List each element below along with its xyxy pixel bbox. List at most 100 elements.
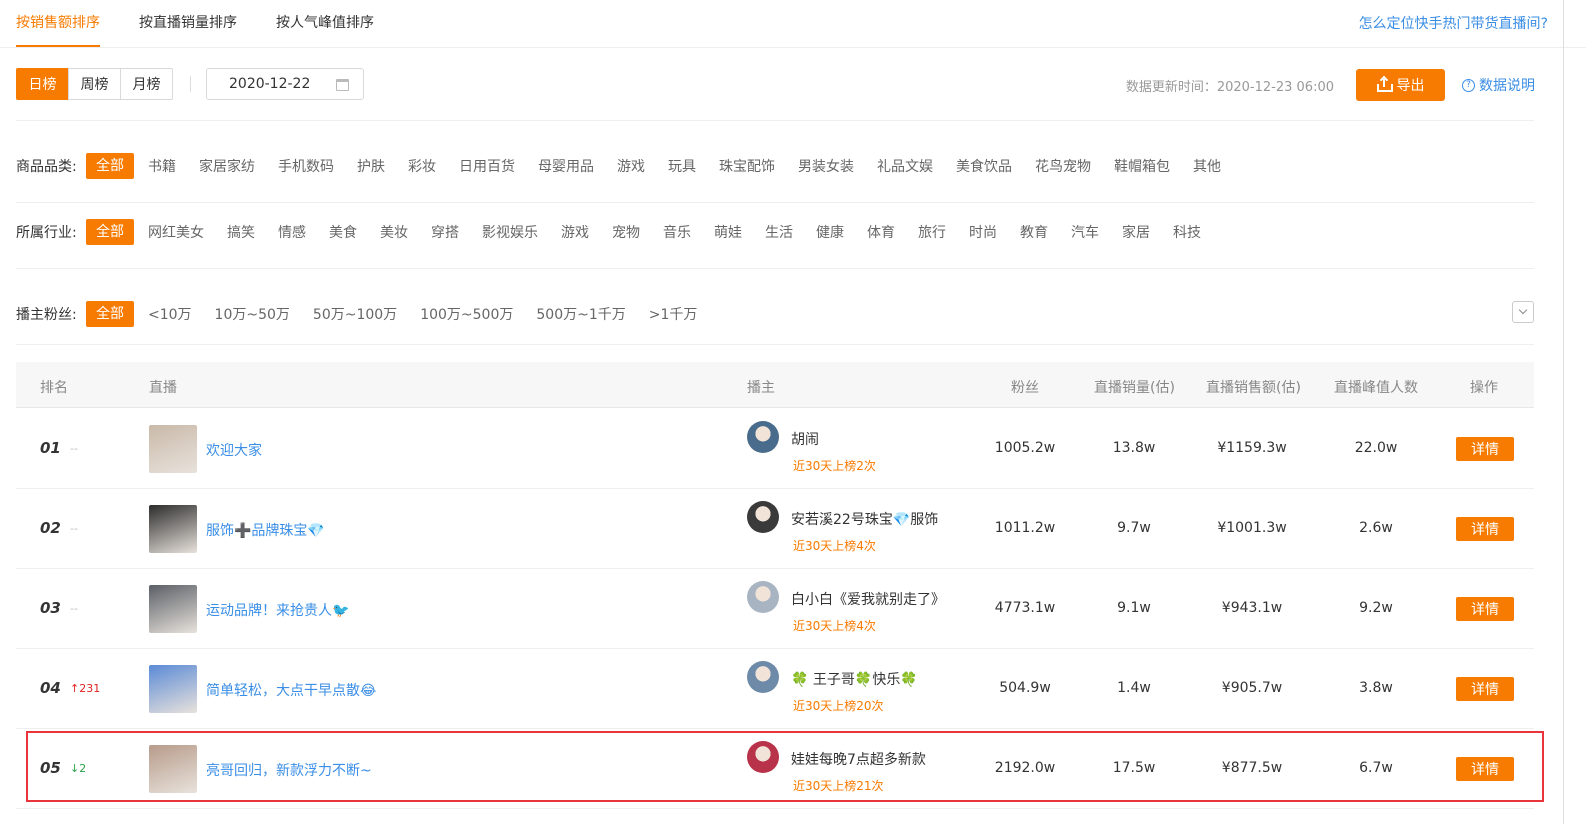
fans-filter: 播主粉丝: 全部 <10万 10万~50万 50万~100万 100万~500万 500万…: [16, 301, 720, 327]
live-thumbnail[interactable]: [149, 425, 197, 473]
fans-option[interactable]: 10万~50万: [215, 304, 290, 324]
category-option[interactable]: 男装女装: [798, 156, 854, 176]
category-option[interactable]: 玩具: [668, 156, 696, 176]
category-option[interactable]: 书籍: [148, 156, 176, 176]
industry-option[interactable]: 体育: [867, 222, 895, 242]
industry-option[interactable]: 游戏: [561, 222, 589, 242]
category-option[interactable]: 其他: [1193, 156, 1221, 176]
fans-option[interactable]: 全部: [86, 301, 134, 327]
data-description-link[interactable]: ? 数据说明: [1462, 75, 1535, 95]
fans-option[interactable]: 500万~1千万: [536, 304, 625, 324]
detail-button[interactable]: 详情: [1456, 437, 1514, 461]
category-option[interactable]: 礼品文娱: [877, 156, 933, 176]
industry-option[interactable]: 生活: [765, 222, 793, 242]
tab-sort-by-peak-viewers[interactable]: 按人气峰值排序: [276, 12, 374, 32]
industry-option[interactable]: 美食: [329, 222, 357, 242]
industry-option[interactable]: 美妆: [380, 222, 408, 242]
category-option[interactable]: 珠宝配饰: [719, 156, 775, 176]
category-option[interactable]: 全部: [86, 153, 134, 179]
category-option[interactable]: 日用百货: [459, 156, 515, 176]
live-thumbnail[interactable]: [149, 585, 197, 633]
industry-option[interactable]: 穿搭: [431, 222, 459, 242]
peak-viewers: 22.0w: [1354, 440, 1398, 456]
fans-option[interactable]: <10万: [148, 304, 192, 324]
industry-option[interactable]: 萌娃: [714, 222, 742, 242]
category-option[interactable]: 手机数码: [278, 156, 334, 176]
header-peak-viewers[interactable]: 直播峰值人数: [1334, 377, 1418, 397]
header-sales-amount[interactable]: 直播销售额(估): [1206, 377, 1301, 397]
category-option[interactable]: 护肤: [357, 156, 385, 176]
category-option[interactable]: 花鸟宠物: [1035, 156, 1091, 176]
page-edge-divider: [1563, 0, 1564, 824]
industry-option[interactable]: 网红美女: [148, 222, 204, 242]
fans-option[interactable]: 50万~100万: [313, 304, 397, 324]
industry-option[interactable]: 教育: [1020, 222, 1048, 242]
detail-button[interactable]: 详情: [1456, 677, 1514, 701]
category-option[interactable]: 美食饮品: [956, 156, 1012, 176]
header-sales-volume[interactable]: 直播销量(估): [1094, 377, 1175, 397]
avatar[interactable]: [747, 661, 779, 693]
industry-option[interactable]: 全部: [86, 219, 134, 245]
category-option[interactable]: 鞋帽箱包: [1114, 156, 1170, 176]
category-option[interactable]: 家居家纺: [199, 156, 255, 176]
divider: [16, 344, 1534, 345]
peak-viewers: 3.8w: [1359, 680, 1393, 696]
industry-option[interactable]: 搞笑: [227, 222, 255, 242]
help-link[interactable]: 怎么定位快手热门带货直播间?: [1359, 13, 1548, 33]
avatar[interactable]: [747, 421, 779, 453]
anchor-name[interactable]: 安若溪22号珠宝💎服饰: [791, 509, 938, 529]
fans-option[interactable]: >1千万: [649, 304, 698, 324]
industry-option[interactable]: 健康: [816, 222, 844, 242]
industry-option[interactable]: 音乐: [663, 222, 691, 242]
live-title-link[interactable]: 服饰➕品牌珠宝💎: [206, 520, 325, 540]
live-thumbnail[interactable]: [149, 505, 197, 553]
anchor-name[interactable]: 白小白《爱我就别走了》: [791, 589, 945, 609]
sales-amount: ¥943.1w: [1221, 600, 1283, 616]
category-option[interactable]: 母婴用品: [538, 156, 594, 176]
anchor-name[interactable]: 胡闹: [791, 429, 819, 449]
tab-sort-by-sales-amount[interactable]: 按销售额排序: [16, 12, 100, 32]
detail-button[interactable]: 详情: [1456, 517, 1514, 541]
live-title-link[interactable]: 欢迎大家: [206, 440, 262, 460]
header-live: 直播: [149, 380, 177, 396]
industry-filter: 所属行业: 全部 网红美女 搞笑 情感 美食 美妆 穿搭 影视娱乐 游戏 宠物 音乐 萌娃 生活 健康 体育…: [16, 219, 1224, 245]
live-thumbnail[interactable]: [149, 665, 197, 713]
export-button[interactable]: 导出: [1356, 69, 1445, 101]
category-option[interactable]: 游戏: [617, 156, 645, 176]
period-daily-button[interactable]: 日榜: [16, 68, 69, 100]
table-row: 03 -- 运动品牌！来抢贵人🐦 白小白《爱我就别走了》 近30天上榜4次 4773.1w…: [16, 569, 1534, 649]
period-monthly-button[interactable]: 月榜: [120, 68, 173, 100]
ranking-count-badge: 近30天上榜2次: [793, 459, 876, 473]
header-fans[interactable]: 粉丝: [1011, 377, 1039, 397]
industry-option[interactable]: 宠物: [612, 222, 640, 242]
fans-option[interactable]: 100万~500万: [420, 304, 513, 324]
industry-option[interactable]: 时尚: [969, 222, 997, 242]
sort-tabs: 按销售额排序 按直播销量排序 按人气峰值排序 怎么定位快手热门带货直播间?: [0, 0, 1586, 48]
date-value: 2020-12-22: [229, 76, 311, 92]
expand-filters-button[interactable]: [1512, 301, 1534, 323]
calendar-icon: [336, 79, 349, 91]
industry-option[interactable]: 影视娱乐: [482, 222, 538, 242]
anchor-name[interactable]: 🍀 王子哥🍀快乐🍀: [791, 669, 918, 689]
rank-number: 01: [40, 439, 61, 457]
category-option[interactable]: 彩妆: [408, 156, 436, 176]
industry-option[interactable]: 情感: [278, 222, 306, 242]
live-title-link[interactable]: 运动品牌！来抢贵人🐦: [206, 600, 349, 620]
avatar[interactable]: [747, 501, 779, 533]
sales-amount: ¥1001.3w: [1217, 520, 1287, 536]
data-description-label: 数据说明: [1479, 78, 1535, 94]
industry-option[interactable]: 家居: [1122, 222, 1150, 242]
tab-sort-by-sales-volume[interactable]: 按直播销量排序: [139, 12, 237, 32]
highlight-box: [26, 731, 1544, 802]
industry-filter-label: 所属行业:: [16, 225, 77, 241]
avatar[interactable]: [747, 581, 779, 613]
industry-option[interactable]: 科技: [1173, 222, 1201, 242]
industry-option[interactable]: 汽车: [1071, 222, 1099, 242]
date-picker[interactable]: 2020-12-22: [206, 68, 364, 100]
industry-option[interactable]: 旅行: [918, 222, 946, 242]
period-weekly-button[interactable]: 周榜: [68, 68, 121, 100]
active-tab-indicator: [16, 45, 100, 47]
live-title-link[interactable]: 简单轻松，大点干早点散😂: [206, 680, 376, 700]
detail-button[interactable]: 详情: [1456, 597, 1514, 621]
table-header: 排名 直播 播主 粉丝 直播销量(估) 直播销售额(估) 直播峰值人数 操作: [16, 362, 1534, 408]
